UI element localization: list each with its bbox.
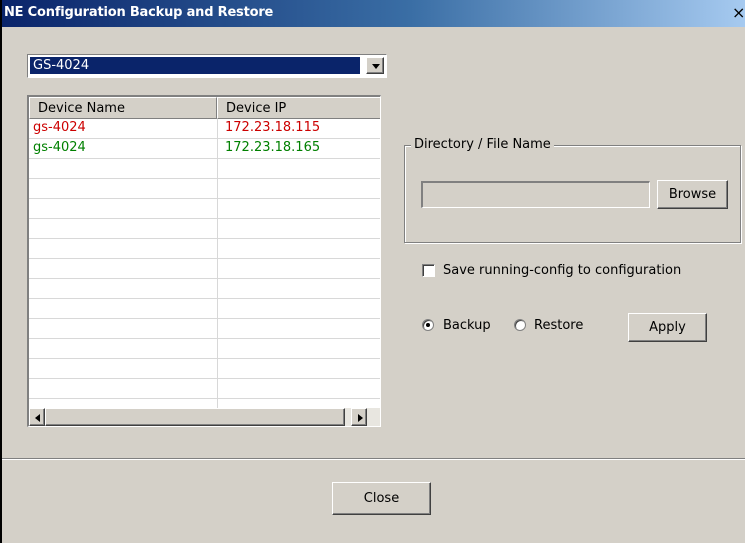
restore-radio[interactable] [514,319,526,331]
table-row[interactable] [29,259,380,279]
column-header-device-ip[interactable]: Device IP [217,97,380,119]
window-title: NE Configuration Backup and Restore [4,5,274,20]
backup-label[interactable]: Backup [443,318,491,333]
scroll-left-button[interactable] [29,408,45,426]
device-ip-cell: 172.23.18.165 [225,140,321,155]
column-divider [217,119,218,409]
column-header-device-name[interactable]: Device Name [29,97,217,119]
device-ip-cell: 172.23.18.115 [225,120,321,135]
table-row[interactable] [29,339,380,359]
table-row[interactable] [29,279,380,299]
directory-group-label: Directory / File Name [411,137,554,152]
arrow-left-icon [35,414,40,422]
dropdown-button[interactable] [366,57,384,74]
scroll-right-button[interactable] [351,408,367,426]
table-row[interactable] [29,379,380,399]
restore-label[interactable]: Restore [534,318,583,333]
device-table: Device Name Device IP gs-4024 172.23.18.1… [27,95,381,427]
save-running-config-checkbox[interactable] [422,264,435,277]
browse-button[interactable]: Browse [657,180,728,209]
radio-selected-dot [426,323,430,327]
device-select-value[interactable]: GS-4024 [30,57,360,74]
backup-radio[interactable] [422,319,434,331]
table-row[interactable] [29,239,380,259]
directory-path-input[interactable] [421,181,650,208]
horizontal-scrollbar[interactable] [29,408,380,426]
close-button[interactable]: Close [332,482,431,515]
apply-button[interactable]: Apply [628,313,707,342]
directory-group: Directory / File Name Browse [404,137,741,243]
table-row[interactable] [29,199,380,219]
table-row[interactable] [29,179,380,199]
save-running-config-label[interactable]: Save running-config to configuration [443,263,681,278]
device-name-cell: gs-4024 [33,140,86,155]
table-row[interactable] [29,159,380,179]
device-name-cell: gs-4024 [33,120,86,135]
chevron-down-icon [372,64,380,69]
title-bar[interactable]: NE Configuration Backup and Restore × [2,0,745,27]
table-row[interactable] [29,219,380,239]
dialog-window: NE Configuration Backup and Restore × GS… [0,0,745,543]
arrow-right-icon [358,414,363,422]
scrollbar-thumb[interactable] [45,408,345,426]
table-row[interactable] [29,299,380,319]
table-row[interactable] [29,319,380,339]
footer-divider-highlight [2,459,745,460]
table-row[interactable]: gs-4024 172.23.18.115 [29,119,380,139]
table-row[interactable] [29,359,380,379]
table-row[interactable]: gs-4024 172.23.18.165 [29,139,380,159]
device-select[interactable]: GS-4024 [27,54,387,78]
close-icon[interactable]: × [732,3,745,23]
